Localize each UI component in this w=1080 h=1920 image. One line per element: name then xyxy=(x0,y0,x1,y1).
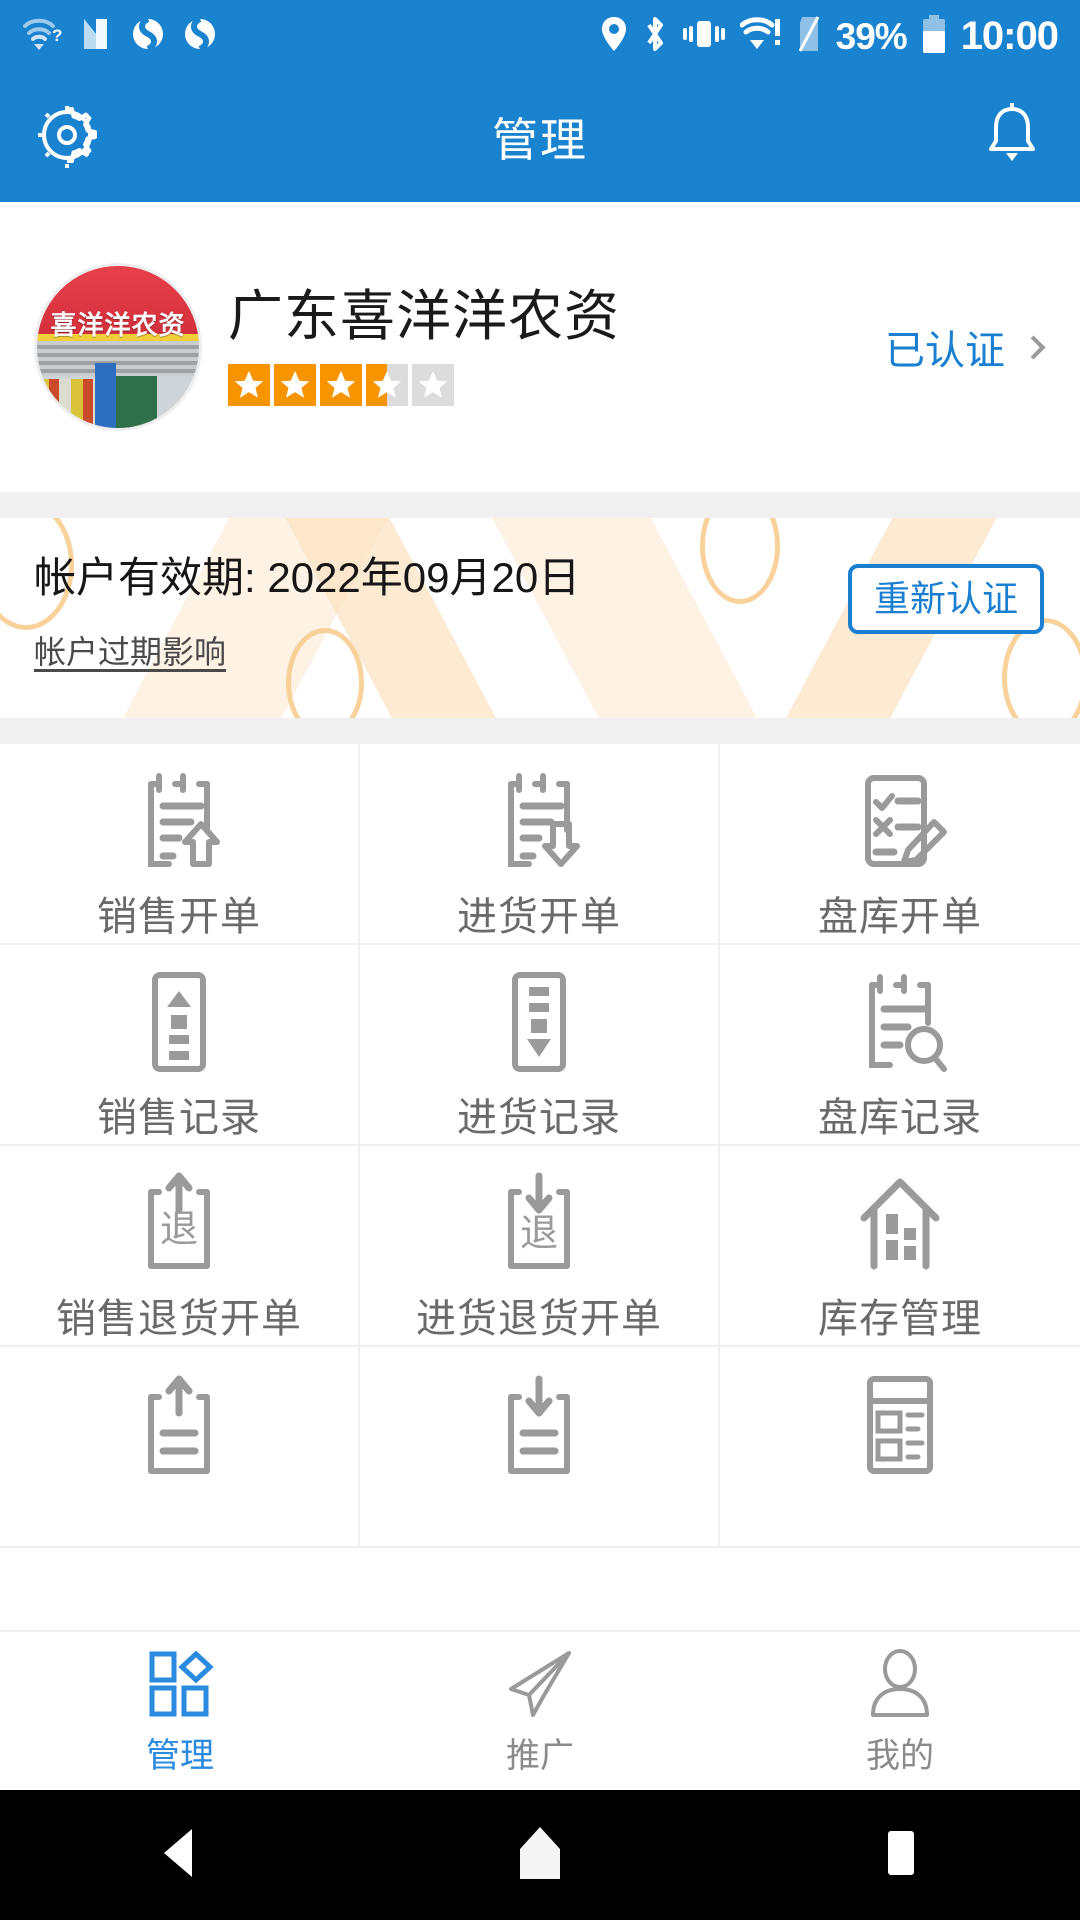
grid-item-stocktake-order[interactable]: 盘库开单 xyxy=(720,744,1080,945)
grid-item-sales-record[interactable]: 销售记录 xyxy=(0,945,360,1146)
nav-item-promotion[interactable]: 推广 xyxy=(360,1632,720,1790)
stock-out-record-icon xyxy=(125,967,233,1077)
status-bar-right-icons: 39% 10:00 xyxy=(600,14,1059,59)
return-down-arrow-icon: 退 xyxy=(485,1168,593,1278)
nav-item-manage[interactable]: 管理 xyxy=(0,1632,360,1790)
nav-label: 管理 xyxy=(146,1736,214,1775)
bottom-navigation: 管理 推广 我的 xyxy=(0,1630,1080,1790)
report-list-icon xyxy=(846,1369,954,1479)
grid-item-sales-order[interactable]: 销售开单 xyxy=(0,744,360,945)
grid-item-stocktake-record[interactable]: 盘库记录 xyxy=(720,945,1080,1146)
document-down-arrow-icon xyxy=(485,766,593,876)
recents-button[interactable] xyxy=(840,1810,960,1900)
svg-text:?: ? xyxy=(52,26,62,45)
grid-item-purchase-order[interactable]: 进货开单 xyxy=(360,744,720,945)
account-banner: 帐户有效期: 2022年09月20日 帐户过期影响 重新认证 xyxy=(0,518,1080,718)
checklist-pencil-icon xyxy=(846,766,954,876)
avatar-shutter xyxy=(37,340,199,377)
grid-item-row4-col1[interactable] xyxy=(0,1347,360,1548)
grid-item-purchase-record[interactable]: 进货记录 xyxy=(360,945,720,1146)
status-bar-clock: 10:00 xyxy=(960,14,1059,58)
sync-icon xyxy=(130,15,166,57)
grid-item-label: 进货退货开单 xyxy=(416,1297,662,1341)
wifi-alert-icon xyxy=(739,16,782,56)
grid-item-row4-col3[interactable] xyxy=(720,1347,1080,1548)
wifi-question-icon: ? xyxy=(22,17,64,56)
grid-item-label: 进货开单 xyxy=(457,895,621,939)
paper-plane-icon xyxy=(500,1646,580,1722)
shop-info: 广东喜洋洋农资 xyxy=(228,285,885,406)
grid-item-label: 进货记录 xyxy=(457,1096,621,1140)
bell-icon xyxy=(984,101,1040,172)
grid-item-sales-return-order[interactable]: 退 销售退货开单 xyxy=(0,1146,360,1347)
document-up-arrow-icon xyxy=(125,766,233,876)
function-grid: 销售开单 进货开单 盘库开单 销售记录 进货记录 盘库记录 退 销售退货开单 退… xyxy=(0,744,1080,1624)
nfc-n-icon xyxy=(80,16,114,57)
grid-item-label: 盘库记录 xyxy=(818,1096,982,1140)
account-expire-link[interactable]: 帐户过期影响 xyxy=(34,627,226,673)
person-icon xyxy=(860,1646,940,1722)
nav-label: 推广 xyxy=(506,1736,574,1775)
stock-in-record-icon xyxy=(485,967,593,1077)
grid-shapes-icon xyxy=(140,1646,220,1722)
phone-screen: ? 39% 10:00 管理 喜洋洋农资 广东喜洋洋农资 已认证 帐户有效期: … xyxy=(0,0,1080,1920)
document-search-icon xyxy=(846,967,954,1077)
chevron-right-icon xyxy=(1021,334,1046,360)
grid-item-row4-col2[interactable] xyxy=(360,1347,720,1548)
app-bar: 管理 xyxy=(0,72,1080,202)
back-triangle-icon xyxy=(156,1825,204,1886)
battery-percent-text: 39% xyxy=(835,15,908,57)
shop-name: 广东喜洋洋农资 xyxy=(228,285,621,348)
home-pentagon-icon xyxy=(514,1825,566,1886)
return-glyph: 退 xyxy=(160,1209,198,1251)
return-glyph: 退 xyxy=(520,1213,558,1255)
bluetooth-icon xyxy=(642,15,668,58)
location-icon xyxy=(600,15,628,58)
page-title: 管理 xyxy=(492,114,588,166)
shop-header[interactable]: 喜洋洋农资 广东喜洋洋农资 已认证 xyxy=(0,202,1080,492)
star-filled-icon xyxy=(274,363,316,406)
verified-status-link[interactable]: 已认证 xyxy=(885,318,1046,376)
document-up-arrow-icon xyxy=(125,1369,233,1479)
back-button[interactable] xyxy=(120,1810,240,1900)
document-down-arrow-icon xyxy=(485,1369,593,1479)
sim-card-icon xyxy=(796,15,822,58)
sync-icon xyxy=(182,15,218,57)
settings-button[interactable] xyxy=(32,101,104,173)
verified-label: 已认证 xyxy=(885,329,1005,373)
grid-item-purchase-return-order[interactable]: 退 进货退货开单 xyxy=(360,1146,720,1347)
star-filled-icon xyxy=(228,363,270,406)
avatar-goods xyxy=(37,379,96,428)
section-divider xyxy=(0,492,1080,518)
section-divider xyxy=(0,718,1080,744)
status-bar: ? 39% 10:00 xyxy=(0,0,1080,72)
warehouse-house-icon xyxy=(846,1168,954,1278)
grid-item-label: 库存管理 xyxy=(818,1297,982,1341)
android-navigation-bar xyxy=(0,1790,1080,1920)
notification-button[interactable] xyxy=(976,101,1048,173)
recertify-button[interactable]: 重新认证 xyxy=(847,564,1044,634)
rating-stars xyxy=(228,363,885,406)
grid-item-label: 销售退货开单 xyxy=(56,1297,302,1341)
grid-item-label: 销售记录 xyxy=(97,1096,261,1140)
battery-icon xyxy=(921,14,947,59)
home-button[interactable] xyxy=(480,1810,600,1900)
star-empty-icon xyxy=(412,363,454,406)
avatar-banner xyxy=(95,363,117,428)
nav-item-mine[interactable]: 我的 xyxy=(720,1632,1080,1790)
gear-icon xyxy=(34,101,102,174)
grid-item-label: 销售开单 xyxy=(97,895,261,939)
status-bar-left-icons: ? xyxy=(22,15,218,57)
grid-item-inventory-management[interactable]: 库存管理 xyxy=(720,1146,1080,1347)
nav-label: 我的 xyxy=(866,1736,934,1775)
return-up-arrow-icon: 退 xyxy=(125,1168,233,1278)
star-half-icon xyxy=(366,363,408,406)
recents-square-icon xyxy=(876,1825,924,1886)
grid-item-label: 盘库开单 xyxy=(818,895,982,939)
star-filled-icon xyxy=(320,363,362,406)
vibrate-icon xyxy=(682,16,726,57)
shop-photo-avatar[interactable]: 喜洋洋农资 xyxy=(34,263,202,431)
avatar-sign-text: 喜洋洋农资 xyxy=(50,309,186,340)
